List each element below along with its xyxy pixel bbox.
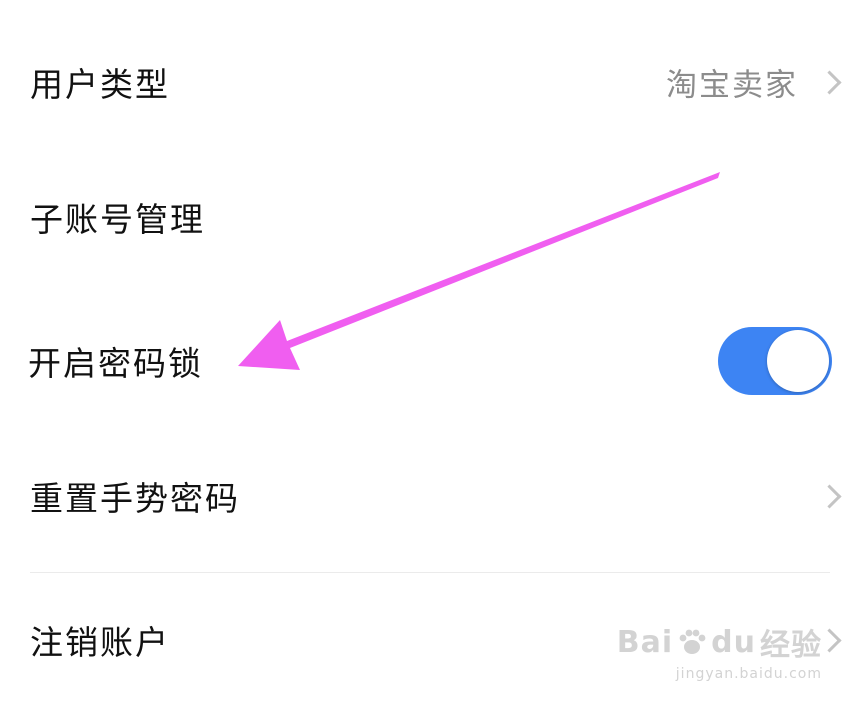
chevron-right-icon [817,628,842,653]
row-password-lock: 开启密码锁 [0,301,860,421]
toggle-knob [767,330,829,392]
chevron-right-icon [817,484,842,509]
row-cancel-account[interactable]: 注销账户 [0,580,860,700]
row-user-type-label: 用户类型 [30,65,170,104]
row-reset-gesture[interactable]: 重置手势密码 [0,436,860,556]
row-sub-account[interactable]: 子账号管理 [0,157,860,277]
row-cancel-account-label: 注销账户 [30,623,170,662]
chevron-right-icon [817,70,842,95]
row-user-type-value: 淘宝卖家 [666,67,798,104]
divider [30,572,830,573]
password-lock-toggle[interactable] [718,327,832,395]
row-user-type[interactable]: 用户类型 淘宝卖家 [0,22,860,142]
row-password-lock-label: 开启密码锁 [28,344,203,383]
row-sub-account-label: 子账号管理 [30,200,205,239]
settings-screen: 用户类型 淘宝卖家 子账号管理 开启密码锁 重置手势密码 注销账户 Bai du… [0,0,860,704]
row-reset-gesture-label: 重置手势密码 [30,479,240,518]
